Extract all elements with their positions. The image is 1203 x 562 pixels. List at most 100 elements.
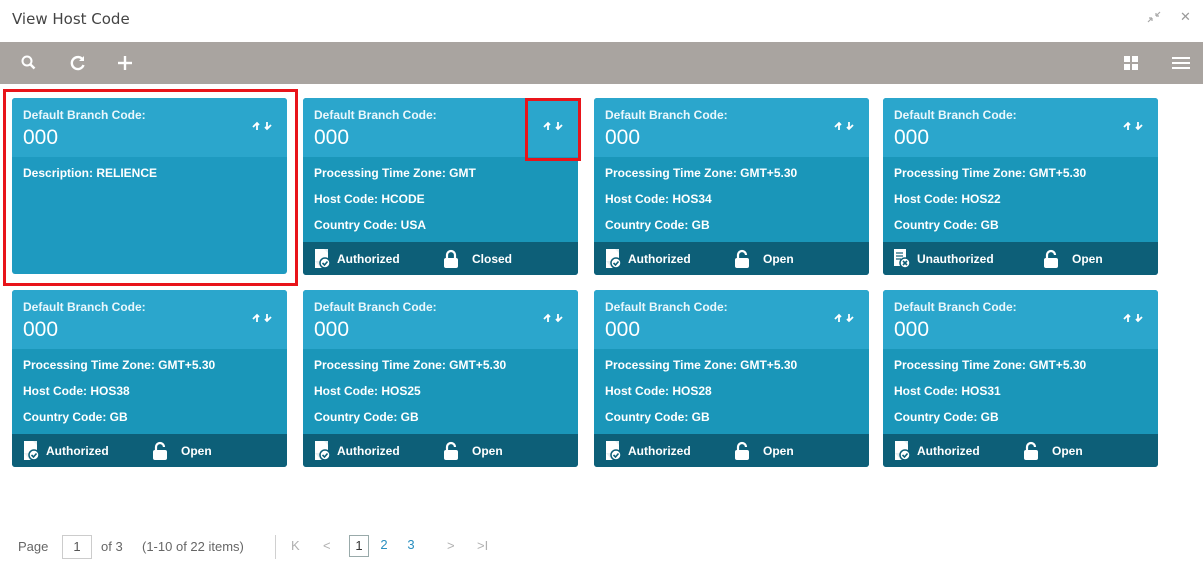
card-body: Processing Time Zone: GMT+5.30 Host Code:… [883,157,1158,242]
record-status: Open [1052,444,1083,458]
card-field: Country Code: GB [605,410,710,424]
shrink-icon[interactable] [1146,10,1162,28]
refresh-icon[interactable] [66,51,90,75]
sync-icon[interactable] [250,310,274,326]
default-branch-code-value: 000 [23,318,59,341]
close-icon[interactable]: ✕ [1180,10,1191,25]
sync-icon[interactable] [541,310,565,326]
default-branch-code-value: 000 [314,318,350,341]
card-footer: Authorized Open [594,242,869,275]
authorization-status: Authorized [628,252,691,266]
first-page-button[interactable]: K [291,538,300,553]
authorized-icon [313,441,331,466]
default-branch-code-value: 000 [23,126,59,149]
authorization-status: Authorized [337,252,400,266]
default-branch-code-label: Default Branch Code: [314,300,437,314]
card-footer: Authorized Open [594,434,869,467]
card-field: Description: RELIENCE [23,166,158,180]
card-footer: Authorized Closed [303,242,578,275]
card-field: Country Code: GB [605,218,710,232]
sync-icon[interactable] [1121,310,1145,326]
sync-icon[interactable] [832,118,856,134]
page-label: Page [18,539,49,554]
authorization-status: Unauthorized [917,252,994,266]
card-header: Default Branch Code: 000 [594,290,869,349]
page-link-3[interactable]: 3 [401,535,421,557]
last-page-button[interactable]: >I [477,538,488,553]
authorization-status: Authorized [628,444,691,458]
card-field: Processing Time Zone: GMT+5.30 [23,358,216,372]
sync-icon[interactable] [541,118,565,134]
page-title: View Host Code [12,10,130,28]
lock-open-icon [443,441,459,466]
sync-icon[interactable] [250,118,274,134]
sync-icon[interactable] [832,310,856,326]
host-code-card[interactable]: Default Branch Code: 000 Processing Time Z… [12,290,287,467]
card-header: Default Branch Code: 000 [883,290,1158,349]
card-field: Host Code: HOS34 [605,192,712,206]
card-field: Country Code: USA [314,218,426,232]
card-field: Host Code: HOS31 [894,384,1001,398]
add-icon[interactable] [113,51,137,75]
card-field: Country Code: GB [314,410,419,424]
card-body: Processing Time Zone: GMT+5.30 Host Code:… [883,349,1158,434]
card-body: Processing Time Zone: GMT+5.30 Host Code:… [303,349,578,434]
unauthorized-icon [893,249,911,274]
card-field: Processing Time Zone: GMT+5.30 [894,358,1087,372]
default-branch-code-label: Default Branch Code: [23,108,146,122]
authorized-icon [893,441,911,466]
card-header: Default Branch Code: 000 [303,290,578,349]
card-field: Processing Time Zone: GMT [314,166,476,180]
card-field: Processing Time Zone: GMT+5.30 [314,358,507,372]
authorized-icon [604,441,622,466]
page-link-1[interactable]: 1 [349,535,369,557]
default-branch-code-value: 000 [605,126,641,149]
card-field: Host Code: HOS38 [23,384,130,398]
host-code-card[interactable]: Default Branch Code: 000 Description: RELI… [12,98,287,274]
card-footer: Unauthorized Open [883,242,1158,275]
card-body: Processing Time Zone: GMT+5.30 Host Code:… [594,349,869,434]
search-icon[interactable] [17,51,41,75]
lock-open-icon [1023,441,1039,466]
card-header: Default Branch Code: 000 [12,290,287,349]
card-header: Default Branch Code: 000 [883,98,1158,157]
host-code-card[interactable]: Default Branch Code: 000 Processing Time Z… [594,290,869,467]
authorized-icon [313,249,331,274]
record-status: Open [472,444,503,458]
card-body: Processing Time Zone: GMT+5.30 Host Code:… [12,349,287,434]
card-header: Default Branch Code: 000 [303,98,578,157]
card-field: Country Code: GB [23,410,128,424]
card-body: Processing Time Zone: GMT Host Code: HCOD… [303,157,578,242]
host-code-card[interactable]: Default Branch Code: 000 Processing Time Z… [883,290,1158,467]
list-view-icon[interactable] [1169,51,1193,75]
page-number-input[interactable]: 1 [62,535,92,559]
host-code-card[interactable]: Default Branch Code: 000 Processing Time Z… [303,290,578,467]
record-status: Open [1072,252,1103,266]
card-field: Country Code: GB [894,218,999,232]
card-field: Host Code: HOS25 [314,384,421,398]
items-count: (1-10 of 22 items) [142,539,244,554]
pager-divider [275,535,276,559]
page-link-2[interactable]: 2 [374,535,394,557]
record-status: Open [763,252,794,266]
grid-view-icon[interactable] [1119,51,1143,75]
page-number-value: 1 [73,539,81,554]
card-footer: Authorized Open [883,434,1158,467]
host-code-card[interactable]: Default Branch Code: 000 Processing Time Z… [594,98,869,275]
host-code-card[interactable]: Default Branch Code: 000 Processing Time Z… [883,98,1158,275]
default-branch-code-label: Default Branch Code: [605,300,728,314]
host-code-card[interactable]: Default Branch Code: 000 Processing Time Z… [303,98,578,275]
record-status: Open [763,444,794,458]
next-page-button[interactable]: > [447,538,455,553]
card-footer: Authorized Open [303,434,578,467]
authorization-status: Authorized [917,444,980,458]
authorized-icon [604,249,622,274]
card-field: Country Code: GB [894,410,999,424]
toolbar [0,42,1203,84]
sync-icon[interactable] [1121,118,1145,134]
card-field: Processing Time Zone: GMT+5.30 [894,166,1087,180]
record-status: Closed [472,252,513,266]
default-branch-code-label: Default Branch Code: [605,108,728,122]
prev-page-button[interactable]: < [323,538,331,553]
record-status: Open [181,444,212,458]
